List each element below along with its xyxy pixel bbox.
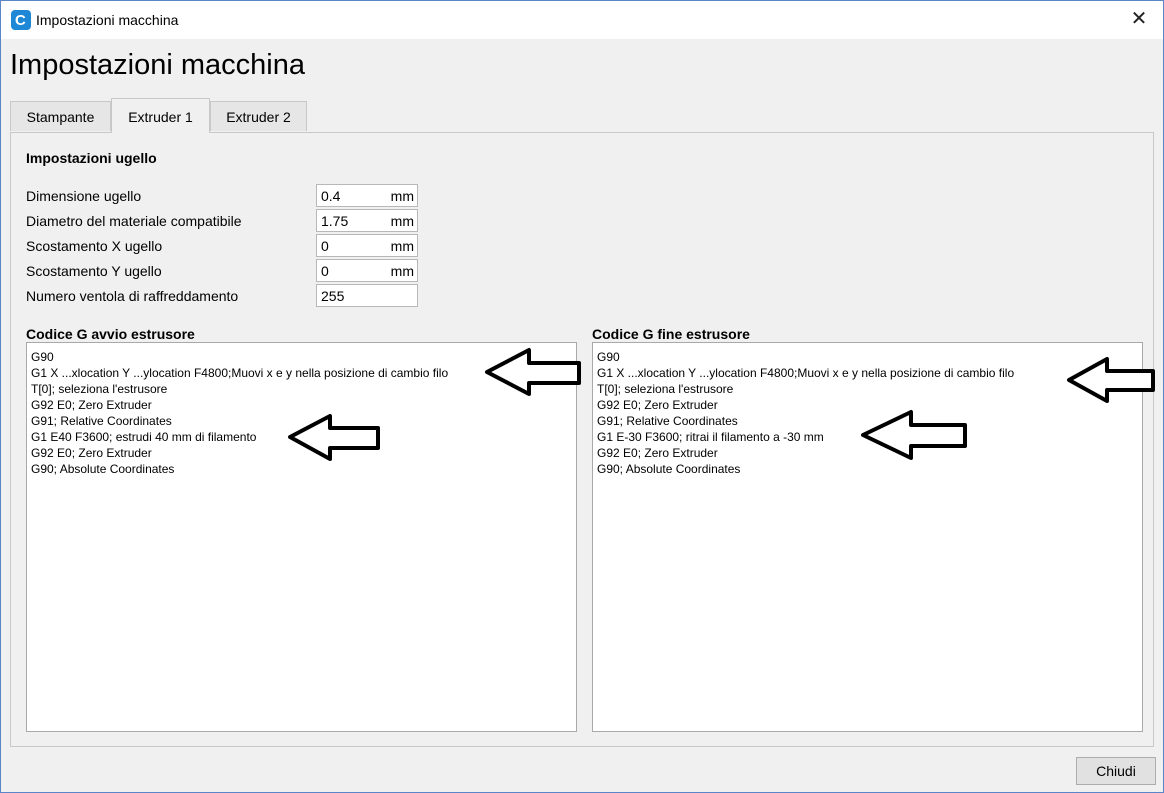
gcode-line: T[0]; seleziona l'estrusore [597,382,734,396]
material-diameter-label: Diametro del materiale compatibile [26,213,242,229]
nozzle-offset-y-unit: mm [390,263,414,279]
tab-extruder-2[interactable]: Extruder 2 [210,101,307,131]
gcode-line: G90; Absolute Coordinates [31,462,175,476]
nozzle-size-value: 0.4 [321,188,341,204]
nozzle-offset-y-value: 0 [321,263,329,279]
close-button[interactable]: Chiudi [1076,757,1156,785]
nozzle-offset-x-value: 0 [321,238,329,254]
nozzle-size-field[interactable]: 0.4 mm [316,184,418,207]
app-icon-letter: C [15,12,26,29]
nozzle-offset-x-field[interactable]: 0 mm [316,234,418,257]
cooling-fan-number-value: 255 [321,288,345,304]
close-window-button[interactable]: ✕ [1127,7,1151,31]
end-gcode-heading: Codice G fine estrusore [592,326,750,342]
cura-logo-icon: C [11,10,31,30]
nozzle-offset-y-label: Scostamento Y ugello [26,263,162,279]
nozzle-offset-y-field[interactable]: 0 mm [316,259,418,282]
gcode-line: G1 X ...xlocation Y ...ylocation F4800;M… [597,366,1015,380]
cooling-fan-number-label: Numero ventola di raffreddamento [26,288,239,304]
tab-extruder-1[interactable]: Extruder 1 [111,98,210,133]
gcode-line: G90 [597,350,620,364]
left-arrow-icon [861,410,967,460]
nozzle-settings-heading: Impostazioni ugello [26,150,157,166]
machine-settings-window: C Impostazioni macchina ✕ Impostazioni m… [0,0,1164,793]
start-gcode-editor[interactable]: G90 G1 X ...xlocation Y ...ylocation F48… [26,342,577,732]
nozzle-size-unit: mm [390,188,414,204]
left-arrow-icon [485,348,581,396]
cooling-fan-number-field[interactable]: 255 [316,284,418,307]
nozzle-offset-x-unit: mm [390,238,414,254]
tab-stampante[interactable]: Stampante [10,101,111,131]
material-diameter-value: 1.75 [321,213,349,229]
left-arrow-icon [288,414,380,461]
page-title: Impostazioni macchina [10,49,305,81]
end-gcode-editor[interactable]: G90 G1 X ...xlocation Y ...ylocation F48… [592,342,1143,732]
window-title: Impostazioni macchina [36,12,179,28]
nozzle-size-label: Dimensione ugello [26,188,142,204]
title-bar: C Impostazioni macchina ✕ [1,1,1163,39]
nozzle-offset-x-label: Scostamento X ugello [26,238,163,254]
gcode-line: G92 E0; Zero Extruder [31,398,152,412]
gcode-line: G90; Absolute Coordinates [597,462,741,476]
material-diameter-unit: mm [390,213,414,229]
start-gcode-heading: Codice G avvio estrusore [26,326,195,342]
material-diameter-field[interactable]: 1.75 mm [316,209,418,232]
left-arrow-icon [1067,357,1155,403]
